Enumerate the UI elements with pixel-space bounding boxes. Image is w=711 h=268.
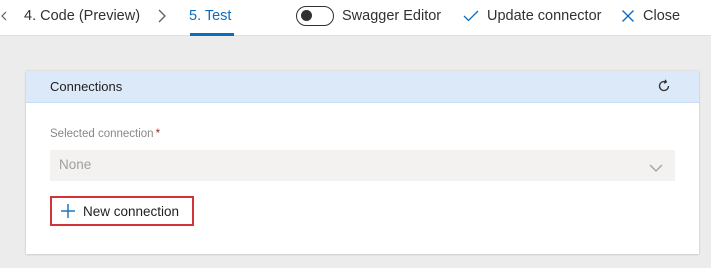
- new-connection-label: New connection: [83, 203, 180, 219]
- plus-icon: [61, 204, 75, 218]
- selected-connection-value: None: [59, 157, 92, 172]
- swagger-editor-toggle[interactable]: Swagger Editor: [296, 6, 441, 26]
- selected-connection-label: Selected connection *: [50, 128, 160, 140]
- required-marker: *: [155, 128, 161, 140]
- chevron-left-icon[interactable]: [0, 6, 8, 26]
- active-step-indicator: [190, 33, 234, 36]
- checkmark-icon: [463, 10, 479, 22]
- selected-connection-label-text: Selected connection: [50, 128, 154, 140]
- swagger-editor-label: Swagger Editor: [342, 8, 442, 24]
- connections-header: Connections: [26, 71, 699, 103]
- connections-card: Connections Selected connection * None Ne…: [26, 71, 699, 254]
- command-bar: 4. Code (Preview) 5. Test Swagger Editor…: [0, 0, 711, 36]
- step-test[interactable]: 5. Test: [189, 7, 231, 25]
- chevron-right-icon: [156, 8, 168, 24]
- close-icon: [622, 10, 634, 22]
- update-connector-button[interactable]: Update connector: [463, 6, 601, 26]
- refresh-icon[interactable]: [656, 78, 672, 94]
- close-button[interactable]: Close: [621, 6, 680, 26]
- connections-title: Connections: [50, 79, 123, 94]
- selected-connection-dropdown[interactable]: None: [50, 150, 675, 181]
- step-code-preview[interactable]: 4. Code (Preview): [24, 7, 140, 25]
- new-connection-button[interactable]: New connection: [50, 196, 194, 226]
- toggle-knob: [301, 10, 312, 21]
- update-connector-label: Update connector: [487, 8, 602, 24]
- close-label: Close: [643, 8, 681, 24]
- chevron-down-icon: [649, 160, 663, 172]
- toggle-switch[interactable]: [296, 6, 334, 26]
